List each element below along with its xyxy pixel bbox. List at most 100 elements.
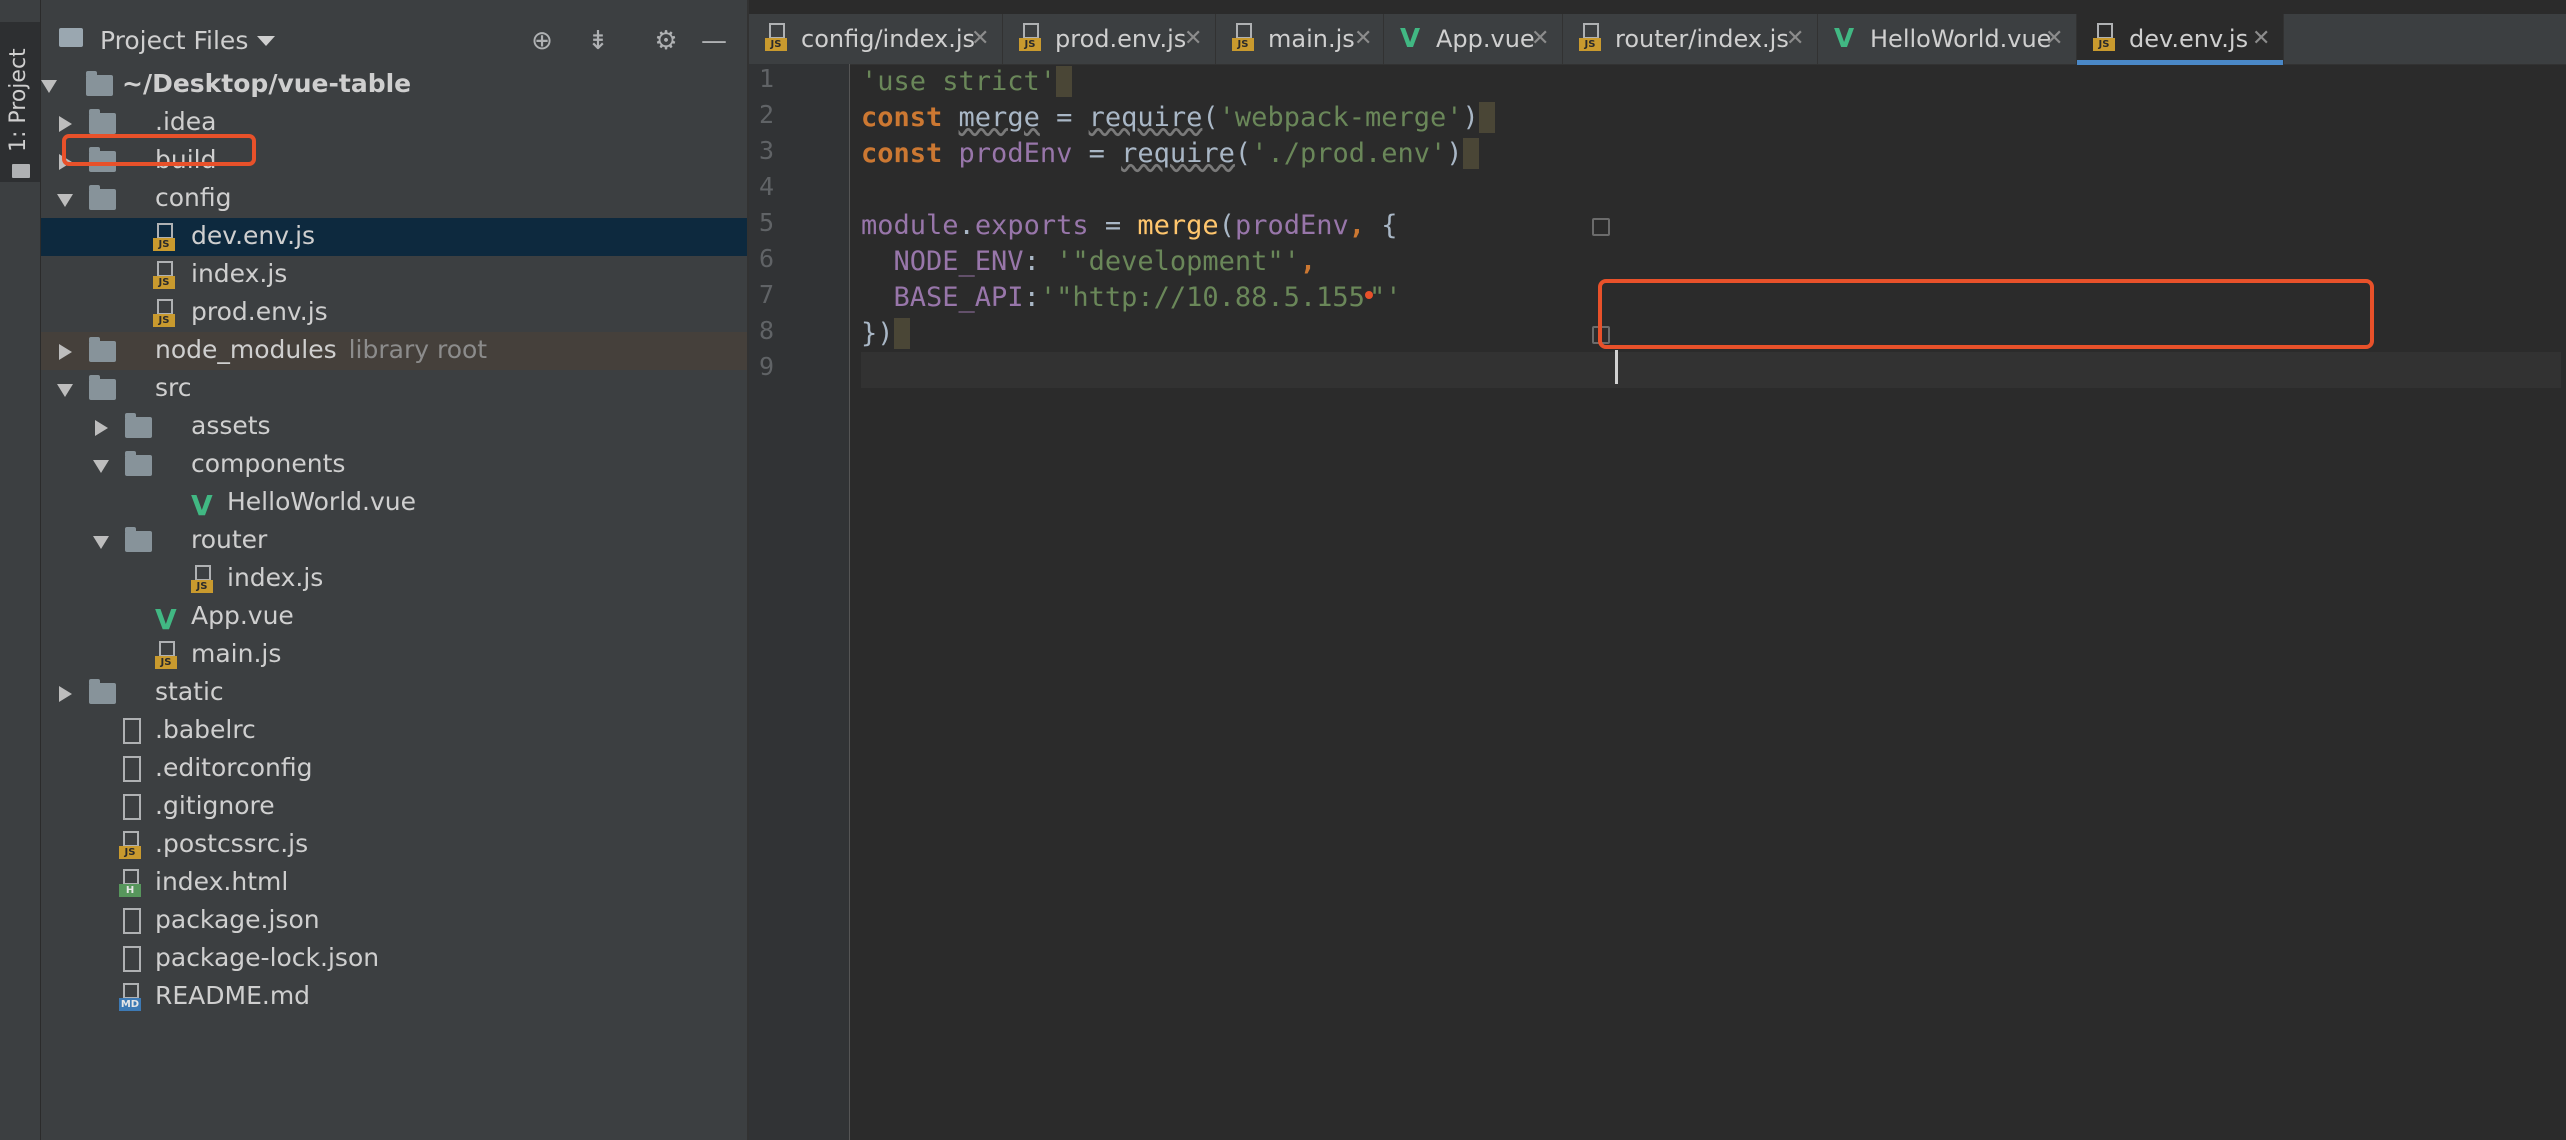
chevron-right-icon[interactable] — [59, 116, 72, 132]
tree-item-readme[interactable]: MD README.md — [41, 978, 747, 1016]
close-icon[interactable]: ✕ — [971, 26, 989, 51]
tab-prod-env[interactable]: JS prod.env.js ✕ — [1003, 14, 1216, 64]
hide-icon[interactable]: — — [697, 24, 731, 58]
js-file-icon: JS — [153, 223, 177, 253]
js-file-icon: JS — [2093, 23, 2117, 53]
tree-item-label: .editorconfig — [155, 753, 313, 782]
code-line-3: const prodEnv = require('./prod.env') — [861, 136, 2561, 172]
tree-item-label: config — [155, 183, 232, 212]
code-operator: = — [1088, 210, 1138, 241]
code-paren: ) — [1446, 138, 1463, 169]
annotation-box-code — [1598, 279, 2374, 349]
tree-item-config[interactable]: config — [41, 180, 747, 218]
code-operator: = — [1072, 138, 1122, 169]
tree-item-node-modules[interactable]: node_modules library root — [41, 332, 747, 370]
tab-main-js[interactable]: JS main.js ✕ — [1216, 14, 1384, 64]
vue-file-icon: V — [191, 489, 213, 522]
tree-item-label: main.js — [191, 639, 282, 668]
close-icon[interactable]: ✕ — [1184, 26, 1202, 51]
tree-item-config-index[interactable]: JS index.js — [41, 256, 747, 294]
tree-item-editorconfig[interactable]: .editorconfig — [41, 750, 747, 788]
tree-item-index-html[interactable]: H index.html — [41, 864, 747, 902]
code-paren: ( — [1202, 102, 1219, 133]
line-number: 8 — [759, 316, 775, 345]
code-editor[interactable]: 'use strict' const merge = require('webp… — [861, 64, 2561, 1140]
tree-item-root[interactable]: ~/Desktop/vue-table — [41, 66, 747, 104]
tree-item-src[interactable]: src — [41, 370, 747, 408]
tab-label: HelloWorld.vue — [1870, 25, 2052, 53]
tab-label: main.js — [1268, 25, 1355, 53]
editorconfig-icon — [121, 756, 143, 784]
code-dot: . — [958, 210, 975, 241]
tree-item-label: node_modules library root — [155, 335, 487, 364]
folder-icon — [125, 527, 152, 552]
line-number: 3 — [759, 136, 775, 165]
close-icon[interactable]: ✕ — [1354, 26, 1372, 51]
chevron-down-icon[interactable] — [93, 460, 109, 473]
chevron-right-icon[interactable] — [59, 344, 72, 360]
code-paren: ( — [1234, 138, 1252, 169]
tab-dev-env[interactable]: JS dev.env.js ✕ — [2077, 14, 2284, 65]
collapse-all-icon[interactable]: ⇟ — [581, 24, 615, 58]
folder-icon — [89, 109, 116, 134]
code-identifier: prodEnv — [958, 138, 1073, 169]
tree-item-label: .idea — [155, 107, 217, 136]
locate-icon[interactable]: ⊕ — [525, 24, 559, 58]
fold-icon[interactable] — [1592, 218, 1610, 236]
tree-item-label: package.json — [155, 905, 320, 934]
tree-item-components[interactable]: components — [41, 446, 747, 484]
tab-label: config/index.js — [801, 25, 975, 53]
chevron-down-icon[interactable] — [257, 36, 275, 46]
close-icon[interactable]: ✕ — [2252, 26, 2270, 51]
tree-item-gitignore[interactable]: .gitignore — [41, 788, 747, 826]
tree-item-app-vue[interactable]: V App.vue — [41, 598, 747, 636]
vue-file-icon: V — [155, 603, 177, 636]
tree-item-dev-env[interactable]: JS dev.env.js — [41, 218, 747, 256]
tree-item-label: components — [191, 449, 346, 478]
close-icon[interactable]: ✕ — [2045, 26, 2063, 51]
code-line-5: module.exports = merge(prodEnv, { — [861, 208, 2561, 244]
chevron-right-icon[interactable] — [95, 420, 108, 436]
chevron-down-icon[interactable] — [57, 384, 73, 397]
close-icon[interactable]: ✕ — [1786, 26, 1804, 51]
gear-icon[interactable]: ⚙ — [649, 24, 683, 58]
js-file-icon: JS — [765, 23, 789, 53]
code-function: require — [1121, 138, 1235, 169]
project-tool-label: 1: Project — [6, 48, 31, 152]
tree-item-label: HelloWorld.vue — [227, 487, 416, 516]
tree-item-main-js[interactable]: JS main.js — [41, 636, 747, 674]
tree-item-router-index[interactable]: JS index.js — [41, 560, 747, 598]
chevron-down-icon[interactable] — [57, 194, 73, 207]
code-identifier: merge — [958, 102, 1040, 133]
line-number: 9 — [759, 352, 775, 381]
tree-item-helloworld[interactable]: V HelloWorld.vue — [41, 484, 747, 522]
tree-item-router[interactable]: router — [41, 522, 747, 560]
code-line-1: 'use strict' — [861, 64, 2561, 100]
tree-item-babelrc[interactable]: .babelrc — [41, 712, 747, 750]
tree-item-label: src — [155, 373, 192, 402]
project-view-title[interactable]: Project Files — [100, 26, 248, 55]
code-paren: ( — [1218, 210, 1235, 241]
tree-item-assets[interactable]: assets — [41, 408, 747, 446]
tree-item-label: index.html — [155, 867, 289, 896]
chevron-down-icon[interactable] — [93, 536, 109, 549]
chevron-down-icon[interactable] — [41, 80, 57, 93]
tree-item-prod-env[interactable]: JS prod.env.js — [41, 294, 747, 332]
tree-item-label: App.vue — [191, 601, 294, 630]
chevron-right-icon[interactable] — [59, 686, 72, 702]
tree-item-static[interactable]: static — [41, 674, 747, 712]
project-panel-header: Project Files ⊕ ⇟ ⚙ — — [41, 14, 747, 66]
tree-item-postcssrc[interactable]: JS .postcssrc.js — [41, 826, 747, 864]
code-identifier: prodEnv — [1234, 210, 1349, 241]
tree-item-package-json[interactable]: package.json — [41, 902, 747, 940]
tab-app-vue[interactable]: V App.vue ✕ — [1384, 14, 1563, 64]
tree-item-package-lock[interactable]: package-lock.json — [41, 940, 747, 978]
tool-window-strip: 1: Project — [0, 0, 41, 1140]
markdown-file-icon: MD — [119, 983, 143, 1013]
tab-router-index[interactable]: JS router/index.js ✕ — [1563, 14, 1818, 64]
close-icon[interactable]: ✕ — [1531, 26, 1549, 51]
tab-config-index[interactable]: JS config/index.js ✕ — [749, 14, 1003, 64]
folder-icon — [12, 164, 30, 178]
project-tool-button[interactable]: 1: Project — [0, 22, 40, 182]
tab-helloworld[interactable]: V HelloWorld.vue ✕ — [1818, 14, 2077, 64]
